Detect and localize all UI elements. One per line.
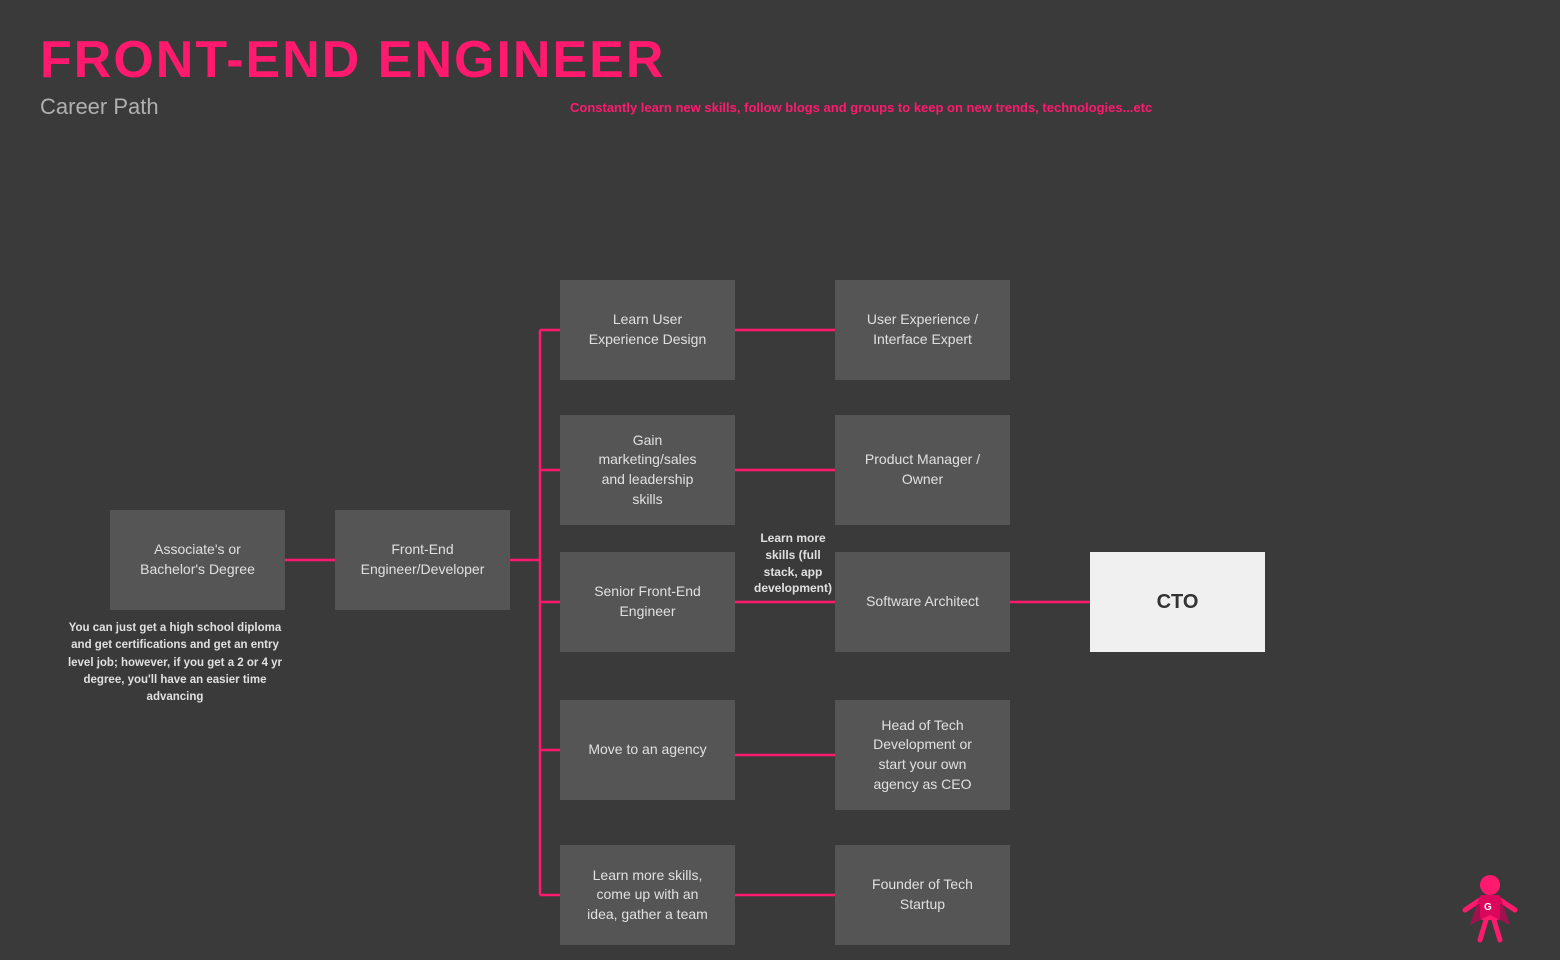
- svg-text:G: G: [1484, 902, 1492, 913]
- diagram: Associate's orBachelor's Degree You can …: [0, 130, 1560, 950]
- move-agency-box: Move to an agency: [560, 700, 735, 800]
- cto-box: CTO: [1090, 552, 1265, 652]
- software-architect-box: Software Architect: [835, 552, 1010, 652]
- product-manager-box: Product Manager /Owner: [835, 415, 1010, 525]
- frontend-engineer-box: Front-EndEngineer/Developer: [335, 510, 510, 610]
- top-note: Constantly learn new skills, follow blog…: [570, 100, 1152, 115]
- mascot: G: [1450, 870, 1530, 950]
- associates-box: Associate's orBachelor's Degree: [110, 510, 285, 610]
- degree-note: You can just get a high school diploma a…: [60, 620, 290, 706]
- learn-more-skills-box: Learn more skills,come up with anidea, g…: [560, 845, 735, 945]
- senior-frontend-box: Senior Front-EndEngineer: [560, 552, 735, 652]
- learn-more-note: Learn moreskills (fullstack, appdevelopm…: [748, 530, 838, 597]
- founder-box: Founder of TechStartup: [835, 845, 1010, 945]
- learn-ux-box: Learn UserExperience Design: [560, 280, 735, 380]
- head-tech-box: Head of TechDevelopment orstart your own…: [835, 700, 1010, 810]
- gain-marketing-box: Gainmarketing/salesand leadershipskills: [560, 415, 735, 525]
- ux-expert-box: User Experience /Interface Expert: [835, 280, 1010, 380]
- main-title: FRONT-END ENGINEER: [40, 30, 665, 90]
